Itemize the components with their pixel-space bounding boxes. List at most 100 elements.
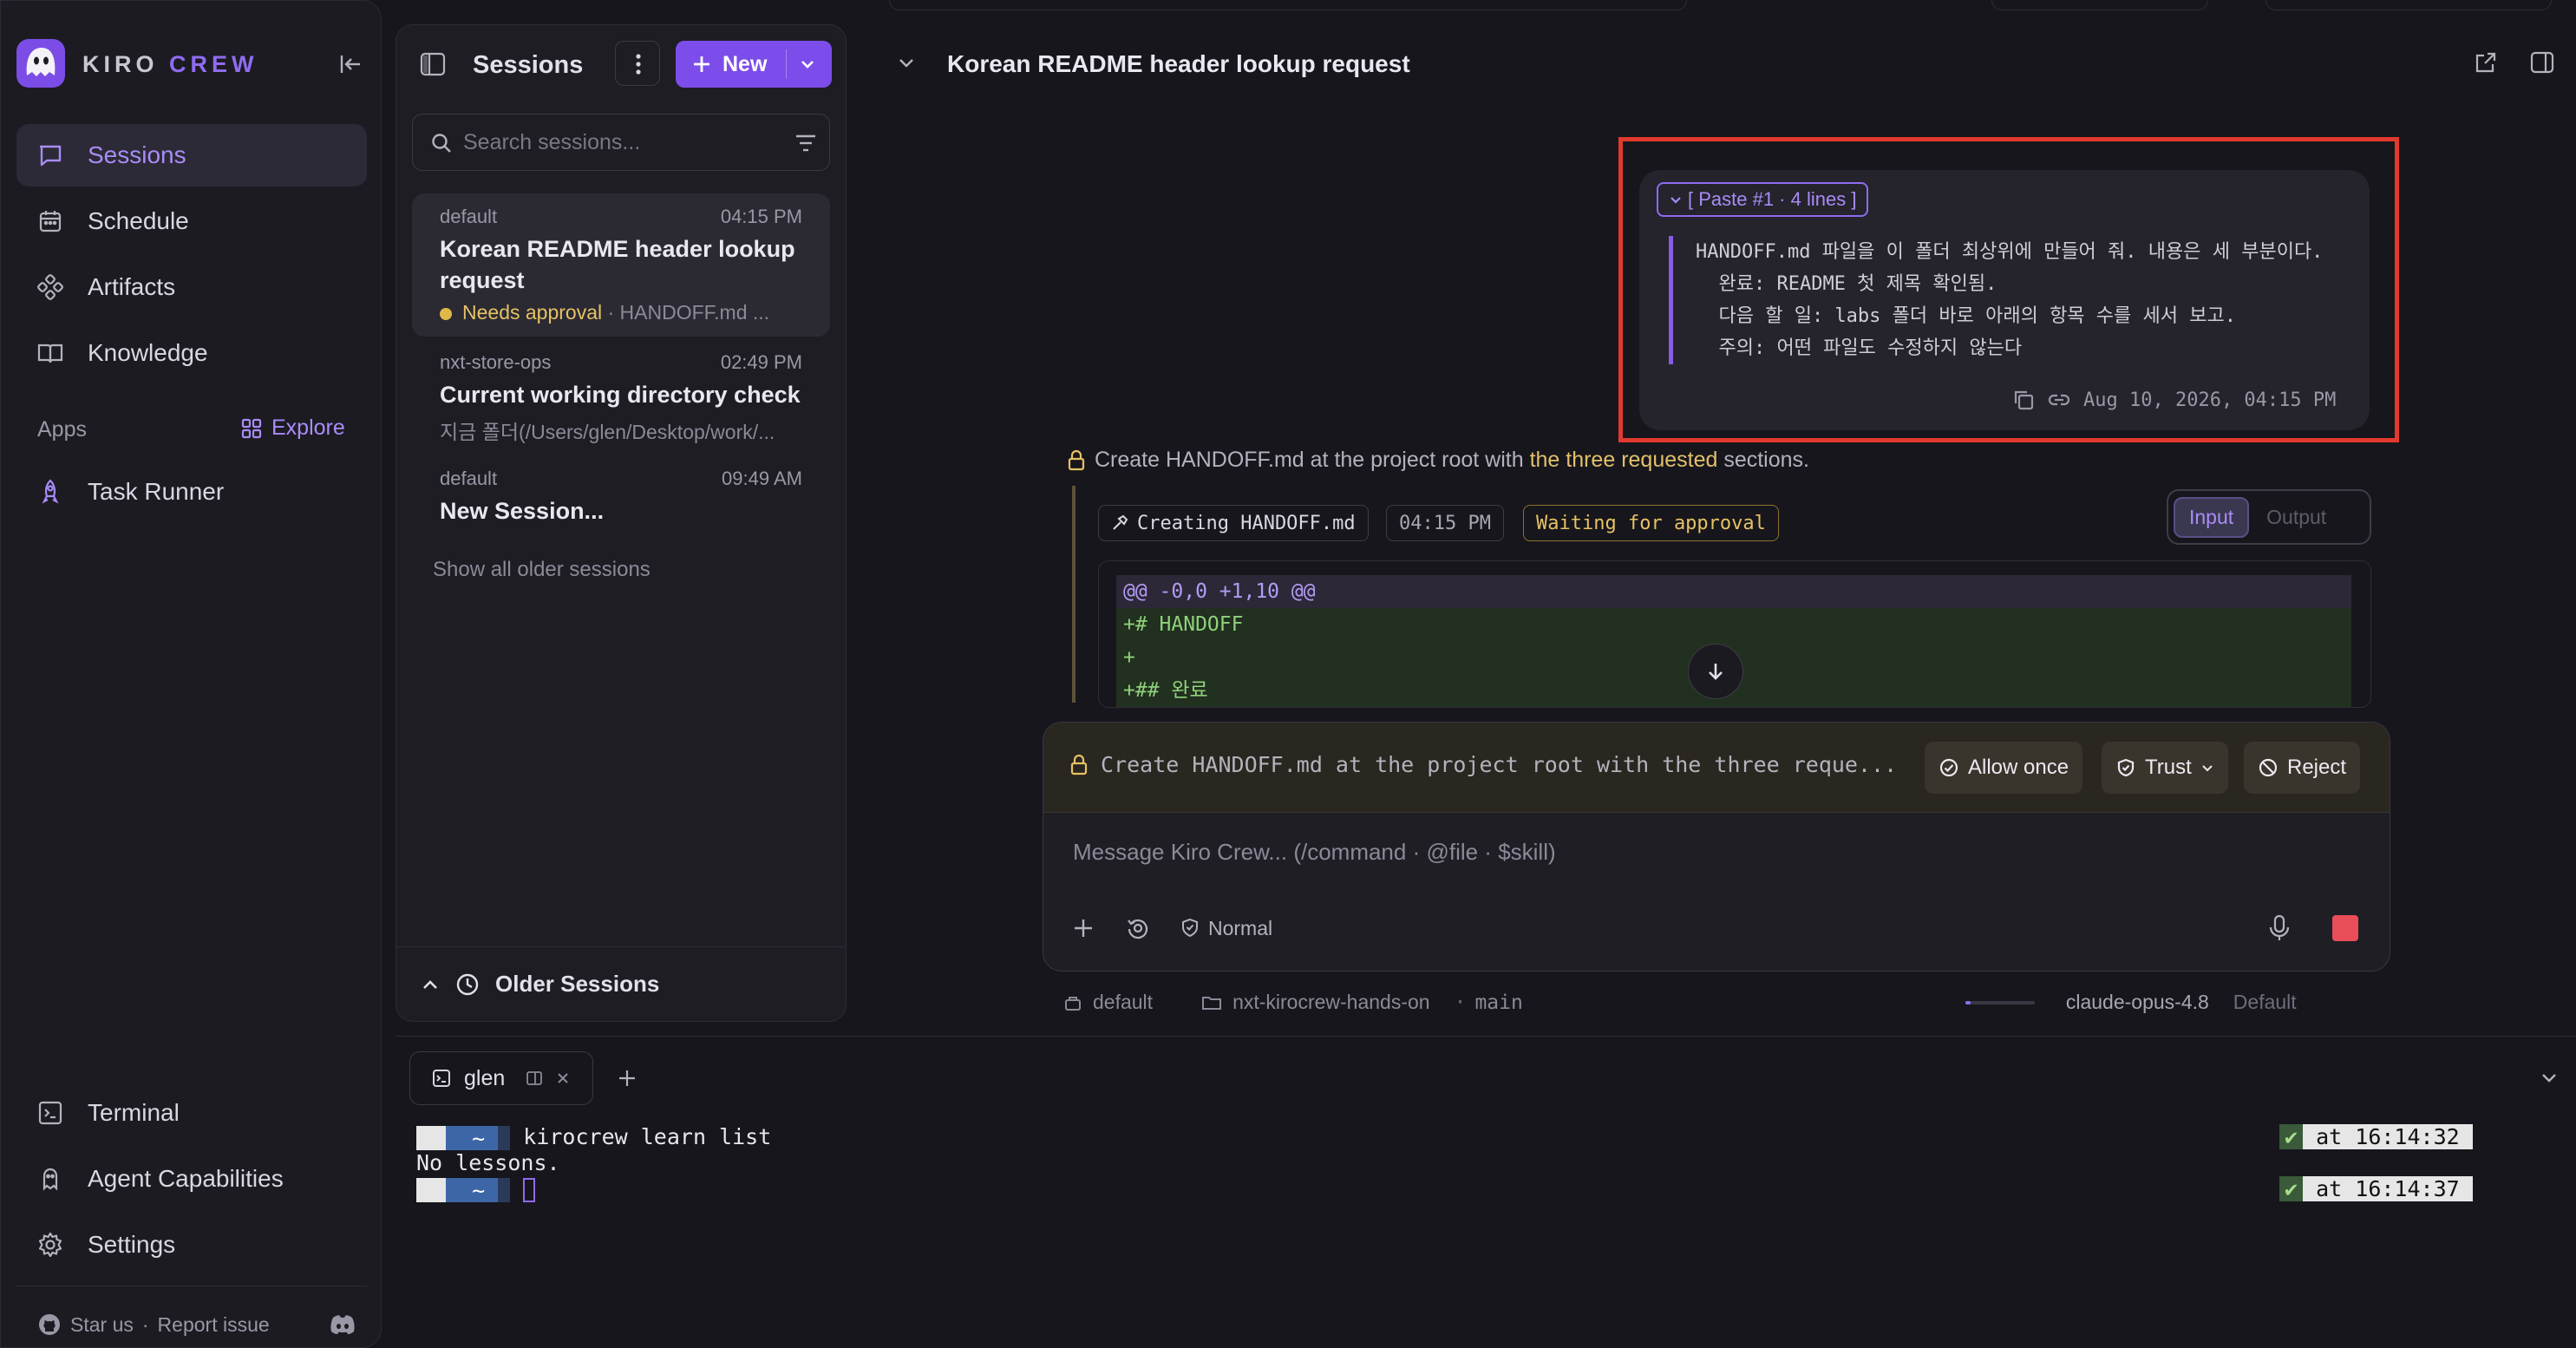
- status-dot: [440, 307, 452, 320]
- explore-link[interactable]: Explore: [240, 416, 345, 441]
- status-repo[interactable]: nxt-kirocrew-hands-on: [1232, 991, 1430, 1014]
- diff-hunk-line: @@ -0,0 +1,10 @@: [1116, 575, 2351, 608]
- status-branch[interactable]: main: [1474, 991, 1522, 1014]
- new-session-button[interactable]: New: [676, 41, 832, 88]
- session-status: Needs approval · HANDOFF.md ...: [440, 301, 802, 324]
- prompt-path: ~: [446, 1126, 499, 1151]
- session-title: Korean README header lookup request: [440, 236, 795, 293]
- history-icon[interactable]: [1125, 915, 1151, 941]
- sessions-title: Sessions: [473, 51, 584, 79]
- grid-icon: [240, 417, 263, 440]
- command-timestamp: at 16:14:32: [2303, 1124, 2473, 1149]
- nav-schedule[interactable]: Schedule: [16, 190, 367, 252]
- chevron-down-icon[interactable]: [2540, 1069, 2559, 1088]
- nav-agent-capabilities[interactable]: Agent Capabilities: [16, 1148, 367, 1210]
- older-sessions-label: Older Sessions: [495, 971, 660, 997]
- clock-icon: [455, 972, 480, 997]
- new-terminal-icon[interactable]: [616, 1067, 638, 1090]
- nav-label: Terminal: [88, 1099, 180, 1126]
- nav-label: Sessions: [88, 141, 186, 168]
- panel-toggle-icon[interactable]: [419, 51, 447, 77]
- report-issue-link[interactable]: Report issue: [158, 1313, 270, 1337]
- allow-once-button[interactable]: Allow once: [1925, 742, 2083, 794]
- nav-sessions[interactable]: Sessions: [16, 124, 367, 186]
- lock-icon: [1069, 754, 1089, 776]
- needs-approval-badge: Needs approval: [462, 301, 603, 324]
- top-toolbar-ghost: [889, 0, 1687, 10]
- session-item[interactable]: default 09:49 AM New Session...: [412, 455, 830, 539]
- chevron-down-icon[interactable]: [897, 54, 916, 73]
- plus-icon: [691, 54, 712, 75]
- session-item[interactable]: default 04:15 PM Korean README header loo…: [412, 193, 830, 337]
- nav-knowledge[interactable]: Knowledge: [16, 322, 367, 384]
- nav-label: Task Runner: [88, 478, 225, 505]
- session-workspace: default: [440, 468, 498, 489]
- terminal-right-status: ✔ at 16:14:32: [2279, 1124, 2473, 1150]
- sessions-more-button[interactable]: [615, 41, 660, 86]
- external-link-icon[interactable]: [2474, 50, 2498, 75]
- output-tab[interactable]: Output: [2252, 499, 2340, 536]
- filter-icon[interactable]: [794, 134, 817, 153]
- message-input[interactable]: Message Kiro Crew... (/command · @file ·…: [1073, 839, 1556, 866]
- rocket-icon: [36, 477, 65, 507]
- stop-button[interactable]: [2332, 915, 2358, 941]
- agent-icon: [36, 1164, 65, 1194]
- tool-action-chip: Creating HANDOFF.md: [1098, 505, 1369, 541]
- close-icon[interactable]: [555, 1070, 571, 1086]
- waiting-approval-badge: Waiting for approval: [1523, 505, 1779, 541]
- mode-selector[interactable]: Normal: [1180, 917, 1272, 940]
- chevron-down-icon[interactable]: [799, 56, 816, 73]
- branch-dot: ·: [1454, 991, 1467, 1014]
- nav-terminal[interactable]: Terminal: [16, 1082, 367, 1144]
- github-icon[interactable]: [37, 1312, 62, 1337]
- tool-time-chip: 04:15 PM: [1386, 505, 1504, 541]
- brand-name-second: CREW: [169, 51, 258, 77]
- brand-name-first: KIRO: [82, 51, 159, 77]
- reject-label: Reject: [2287, 756, 2347, 779]
- app-task-runner[interactable]: Task Runner: [16, 461, 367, 523]
- session-preview: · HANDOFF.md ...: [602, 301, 770, 324]
- context-usage-bar: [1965, 1000, 2035, 1004]
- permission-bar: Create HANDOFF.md at the project root wi…: [1043, 723, 2390, 813]
- terminal-icon: [431, 1068, 452, 1089]
- side-panel-icon[interactable]: [2529, 50, 2555, 75]
- session-time: 02:49 PM: [720, 351, 802, 373]
- session-workspace: nxt-store-ops: [440, 351, 552, 373]
- terminal-right-status: ✔ at 16:14:37: [2279, 1176, 2473, 1202]
- reject-button[interactable]: Reject: [2244, 742, 2361, 794]
- add-attachment-icon[interactable]: [1071, 916, 1095, 940]
- nav-settings[interactable]: Settings: [16, 1214, 367, 1276]
- status-profile[interactable]: Default: [2233, 991, 2297, 1014]
- explore-label: Explore: [271, 416, 345, 440]
- status-workspace[interactable]: default: [1093, 991, 1153, 1014]
- nav-label: Agent Capabilities: [88, 1165, 284, 1192]
- star-us-link[interactable]: Star us: [70, 1313, 134, 1337]
- terminal-tab[interactable]: glen: [409, 1051, 593, 1105]
- terminal-divider: [396, 1036, 2576, 1037]
- status-model[interactable]: claude-opus-4.8: [2066, 991, 2209, 1014]
- artifacts-icon: [36, 272, 65, 302]
- terminal-tab-label: glen: [464, 1065, 506, 1090]
- search-icon: [430, 132, 453, 154]
- search-input[interactable]: Search sessions...: [412, 114, 830, 171]
- sessions-panel: Sessions New Search sessions... default 0…: [396, 24, 847, 1022]
- new-button-label: New: [722, 51, 768, 76]
- shield-icon: [2115, 757, 2136, 778]
- session-item[interactable]: nxt-store-ops 02:49 PM Current working di…: [412, 339, 830, 457]
- prompt-arrow: [498, 1126, 511, 1150]
- nav-label: Knowledge: [88, 339, 208, 366]
- input-tab[interactable]: Input: [2174, 496, 2250, 538]
- composer-toolbar: Normal: [1071, 915, 1272, 941]
- shield-check-icon: [1180, 918, 1200, 939]
- older-sessions-toggle[interactable]: Older Sessions: [396, 946, 846, 1021]
- nav-artifacts[interactable]: Artifacts: [16, 256, 367, 318]
- trust-button[interactable]: Trust: [2102, 742, 2228, 794]
- split-icon[interactable]: [526, 1070, 543, 1087]
- microphone-icon[interactable]: [2268, 913, 2291, 943]
- collapse-sidebar-icon[interactable]: [337, 51, 363, 77]
- diff-add-line: +# HANDOFF: [1116, 608, 2351, 641]
- show-older-sessions-link[interactable]: Show all older sessions: [433, 558, 651, 582]
- scroll-to-bottom-button[interactable]: [1688, 644, 1743, 699]
- discord-icon[interactable]: [329, 1312, 356, 1337]
- lock-icon: [1067, 449, 1086, 472]
